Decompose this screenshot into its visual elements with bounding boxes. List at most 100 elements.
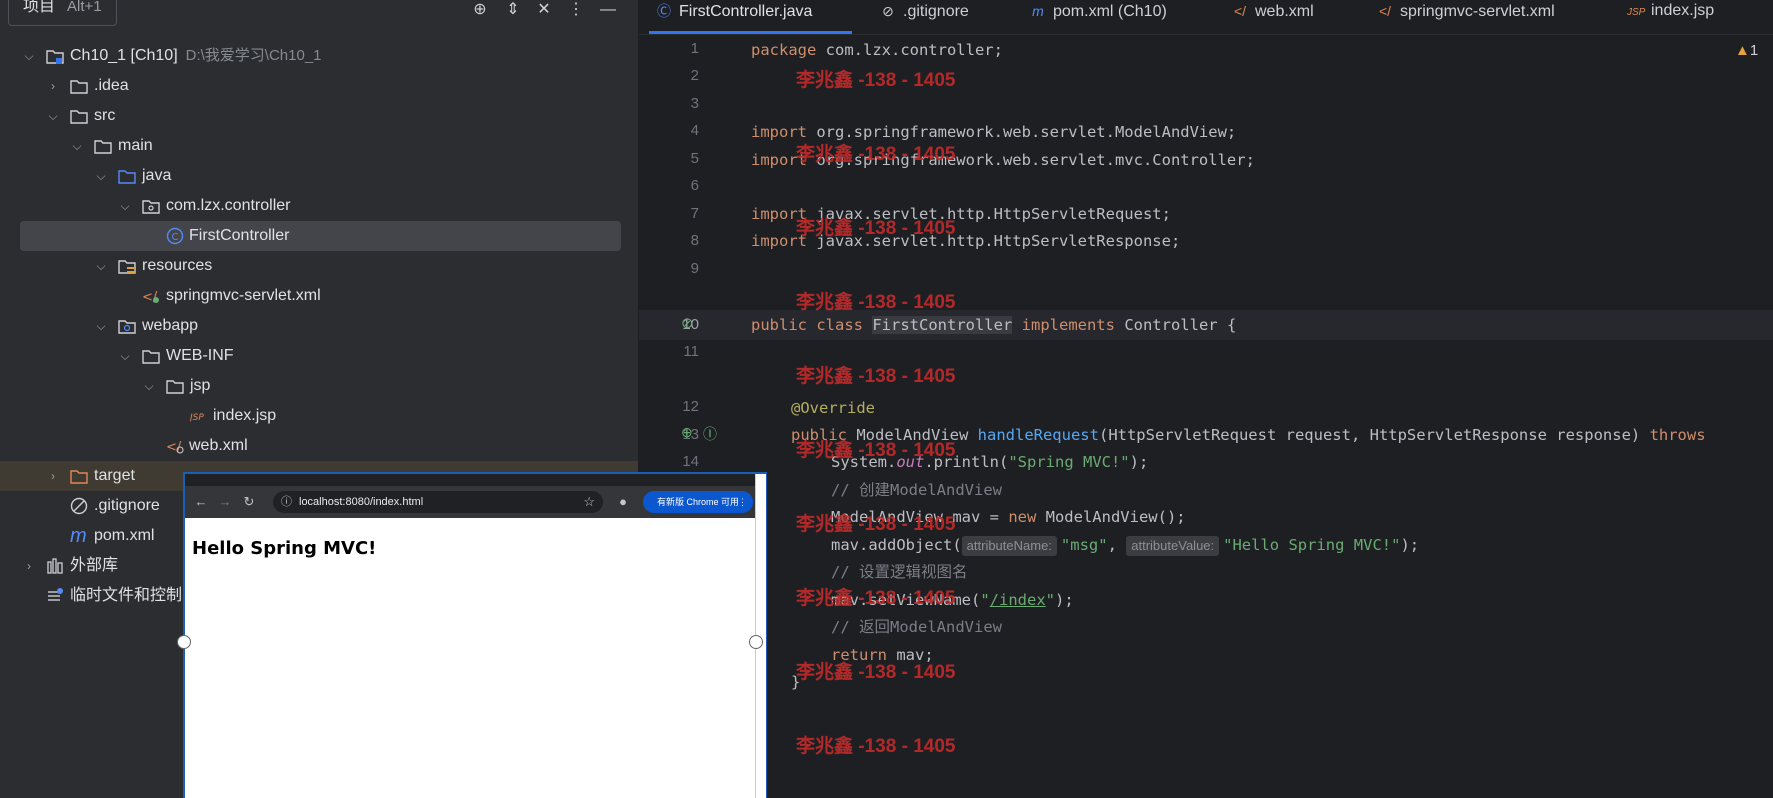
maven-icon: m <box>1032 3 1044 19</box>
tree-item-java[interactable]: ⌵ java <box>0 161 638 191</box>
code-text: ); <box>1129 453 1149 471</box>
project-panel-title-button[interactable]: 项目 Alt+1 <box>8 0 117 26</box>
tree-item-label: resources <box>142 257 213 274</box>
line-number: 6 <box>690 177 699 194</box>
tab-label: web.xml <box>1255 3 1314 20</box>
watermark: 李兆鑫 -138 - 1405 <box>796 70 956 91</box>
tree-item-package[interactable]: ⌵ com.lzx.controller <box>0 191 638 221</box>
address-bar-url: localhost:8080/index.html <box>299 496 424 508</box>
tab-springmvc-xml[interactable]: </ springmvc-servlet.xml <box>1376 0 1555 34</box>
address-bar[interactable]: ⓘ localhost:8080/index.html ☆ <box>273 491 603 513</box>
override-gutter-icon[interactable]: ⊕ <box>681 424 693 441</box>
keyword: package <box>751 41 817 59</box>
tree-item-root[interactable]: ⌵ Ch10_1 [Ch10] D:\我爱学习\Ch10_1 <box>0 41 638 71</box>
tab-firstcontroller[interactable]: Ⓒ FirstController.java <box>648 0 853 34</box>
code-line-15: // 创建ModelAndView <box>831 478 1002 502</box>
browser-menu-icon[interactable]: ⋮ <box>738 491 747 513</box>
xml-icon: </ <box>166 440 184 455</box>
chevron-down-icon[interactable]: ⌵ <box>94 251 108 281</box>
chevron-down-icon[interactable]: ⌵ <box>46 101 60 131</box>
chevron-right-icon[interactable]: › <box>46 461 60 491</box>
line-number: 13 <box>682 426 699 443</box>
code-text: ModelAndView(); <box>1036 508 1186 526</box>
reload-icon[interactable]: ↻ <box>241 492 257 512</box>
folder-icon <box>166 380 184 394</box>
implementation-gutter-icon[interactable]: ⊘ <box>681 314 694 332</box>
tree-item-label: index.jsp <box>213 407 277 424</box>
more-icon[interactable]: ⋮ <box>566 0 586 20</box>
line-number: 3 <box>690 95 699 112</box>
chevron-down-icon[interactable]: ⌵ <box>94 311 108 341</box>
tree-item-label: jsp <box>190 377 211 394</box>
svg-text:C: C <box>172 232 179 243</box>
ignore-icon <box>70 497 88 515</box>
code-text: com.lzx.controller; <box>816 41 1003 59</box>
chevron-right-icon[interactable]: › <box>46 71 60 101</box>
chevron-down-icon[interactable]: ⌵ <box>94 161 108 191</box>
tree-item-label: java <box>142 167 172 184</box>
tree-item-src[interactable]: ⌵ src <box>0 101 638 131</box>
tree-item-firstcontroller[interactable]: C FirstController <box>20 221 621 251</box>
class-icon: Ⓒ <box>657 3 671 19</box>
ignore-icon: ⊘ <box>882 3 894 19</box>
site-info-icon[interactable]: ⓘ <box>281 491 292 513</box>
code-line-18: // 设置逻辑视图名 <box>831 560 968 584</box>
module-folder-icon <box>46 50 64 64</box>
chevron-down-icon[interactable]: ⌵ <box>118 341 132 371</box>
tree-item-webapp[interactable]: ⌵ webapp <box>0 311 638 341</box>
run-gutter-icon[interactable]: Ⓘ <box>703 424 717 444</box>
string-literal: " <box>1045 591 1055 609</box>
code-text: (HttpServletRequest request, HttpServlet… <box>1098 426 1650 444</box>
line-number: 14 <box>682 453 699 470</box>
chevron-right-icon[interactable]: › <box>22 551 36 581</box>
back-icon[interactable]: ← <box>193 492 209 512</box>
tree-item-idea[interactable]: › .idea <box>0 71 638 101</box>
expand-icon[interactable]: ⇕ <box>503 0 523 20</box>
tree-item-web-xml[interactable]: </ web.xml <box>0 431 638 461</box>
tree-item-jsp[interactable]: ⌵ jsp <box>0 371 638 401</box>
warning-indicator[interactable]: ▲1 <box>1735 42 1758 59</box>
forward-icon[interactable]: → <box>217 492 233 512</box>
warning-icon: ▲ <box>1735 42 1750 59</box>
scratches-icon <box>48 588 63 601</box>
tab-label: springmvc-servlet.xml <box>1400 3 1555 20</box>
line-number: 9 <box>690 260 699 277</box>
string-literal: "msg" <box>1060 536 1108 554</box>
view-path-link[interactable]: /index <box>990 591 1046 609</box>
resize-handle-right[interactable] <box>749 635 763 649</box>
browser-toolbar: ← → ↻ ⓘ localhost:8080/index.html ☆ ● 有新版 … <box>185 486 755 518</box>
editor-tab-bar: Ⓒ FirstController.java ⊘ .gitignore m pom.x… <box>639 0 1773 35</box>
tree-item-web-inf[interactable]: ⌵ WEB-INF <box>0 341 638 371</box>
tab-label: .gitignore <box>903 3 969 20</box>
tree-item-resources[interactable]: ⌵ resources <box>0 251 638 281</box>
chevron-down-icon[interactable]: ⌵ <box>70 131 84 161</box>
tab-gitignore[interactable]: ⊘ .gitignore <box>879 0 969 34</box>
tree-item-index-jsp[interactable]: JSP index.jsp <box>0 401 638 431</box>
bookmark-star-icon[interactable]: ☆ <box>583 491 595 513</box>
line-number: 2 <box>690 67 699 84</box>
chevron-down-icon[interactable]: ⌵ <box>118 191 132 221</box>
tab-label: pom.xml (Ch10) <box>1053 3 1167 20</box>
string-literal: "Hello Spring MVC!" <box>1223 536 1401 554</box>
method-name: handleRequest <box>977 426 1099 444</box>
tab-pom[interactable]: m pom.xml (Ch10) <box>1029 0 1167 34</box>
browser-window[interactable]: ← → ↻ ⓘ localhost:8080/index.html ☆ ● 有新版 … <box>177 472 767 798</box>
profile-icon[interactable]: ● <box>615 492 631 512</box>
crosshair-icon[interactable]: ⊕ <box>470 0 490 20</box>
class-icon: C <box>166 227 184 245</box>
watermark: 李兆鑫 -138 - 1405 <box>796 588 956 609</box>
minimize-icon[interactable]: — <box>598 0 618 20</box>
tree-item-main[interactable]: ⌵ main <box>0 131 638 161</box>
chevron-down-icon[interactable]: ⌵ <box>142 371 156 401</box>
tree-item-springmvc-xml[interactable]: </ springmvc-servlet.xml <box>0 281 638 311</box>
tree-item-label: target <box>94 467 135 484</box>
tab-index-jsp[interactable]: JSP index.jsp <box>1627 0 1714 34</box>
chevron-down-icon[interactable]: ⌵ <box>22 41 36 71</box>
chrome-update-button[interactable]: 有新版 Chrome 可用 ⋮ <box>643 491 753 513</box>
tab-web-xml[interactable]: </ web.xml <box>1231 0 1314 34</box>
chrome-update-label: 有新版 Chrome 可用 <box>657 497 740 507</box>
folder-icon <box>94 140 112 154</box>
web-folder-icon <box>118 320 136 334</box>
resize-handle-left[interactable] <box>177 635 191 649</box>
collapse-icon[interactable]: ✕ <box>534 0 554 20</box>
